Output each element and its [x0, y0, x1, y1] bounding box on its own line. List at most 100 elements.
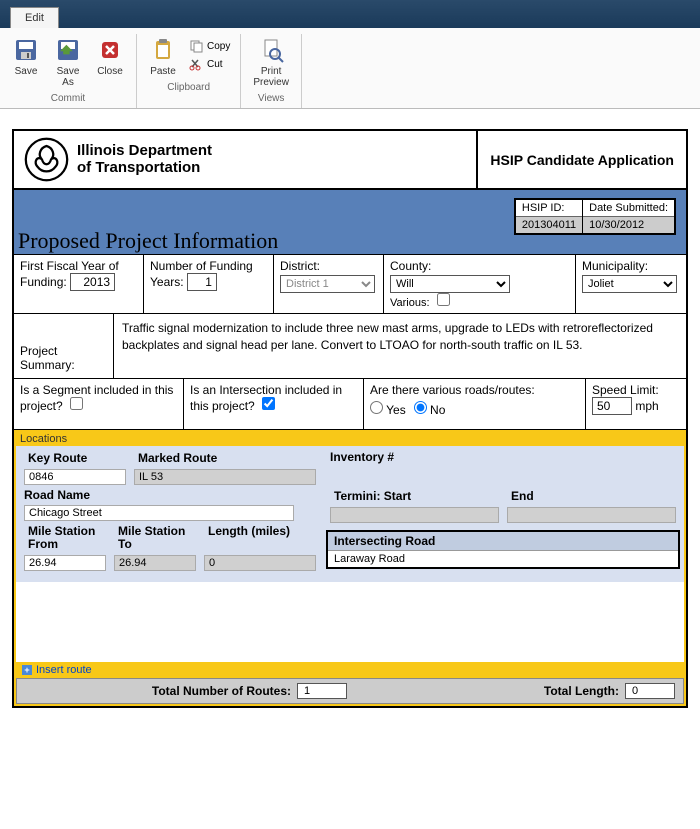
- group-label-commit: Commit: [6, 90, 130, 108]
- county-select[interactable]: Will: [390, 275, 510, 293]
- length-header: Length (miles): [204, 523, 316, 540]
- locations-section: Locations Key Route Marked Route 0846 IL…: [14, 430, 686, 706]
- print-preview-icon: [257, 36, 285, 64]
- save-label: Save: [15, 66, 38, 77]
- yes-radio[interactable]: [370, 401, 383, 414]
- hsip-info-box: HSIP ID: 201304011 Date Submitted: 10/30…: [514, 198, 676, 235]
- no-radio-label[interactable]: No: [414, 401, 446, 417]
- save-button[interactable]: Save: [6, 34, 46, 79]
- cut-icon: [189, 57, 203, 71]
- copy-button[interactable]: Copy: [185, 38, 234, 54]
- paste-icon: [149, 36, 177, 64]
- numyears-input[interactable]: [187, 273, 217, 291]
- form: Illinois Department of Transportation HS…: [12, 129, 688, 708]
- intersection-checkbox[interactable]: [262, 397, 275, 410]
- hsip-id-value: 201304011: [516, 217, 582, 233]
- segment-checkbox[interactable]: [70, 397, 83, 410]
- total-length-label: Total Length:: [353, 684, 619, 698]
- speed-input[interactable]: [592, 397, 632, 415]
- keyroute-value[interactable]: 0846: [24, 469, 126, 485]
- various-checkbox[interactable]: [437, 293, 450, 306]
- intersecting-header: Intersecting Road: [328, 532, 678, 551]
- save-as-label: Save As: [57, 66, 80, 88]
- numyears-label: Number of Funding: [150, 259, 253, 273]
- org-line1: Illinois Department: [77, 143, 212, 160]
- termini-end-value: [507, 507, 676, 523]
- plus-icon: +: [22, 665, 32, 675]
- segment-label: Is a Segment included in this project?: [20, 383, 173, 413]
- municipality-select[interactable]: Joliet: [582, 275, 677, 293]
- county-label: County:: [390, 259, 569, 273]
- termini-start-value: [330, 507, 499, 523]
- termini-end-header: End: [507, 487, 676, 505]
- save-icon: [12, 36, 40, 64]
- logo-cell: Illinois Department of Transportation: [14, 131, 478, 188]
- tab-edit[interactable]: Edit: [10, 7, 59, 28]
- ribbon-group-clipboard: Paste Copy Cut Clipboard: [137, 34, 241, 108]
- fy-label: First Fiscal Year of: [20, 259, 119, 273]
- msto-value: 26.94: [114, 555, 196, 571]
- inventory-header: Inventory #: [326, 448, 680, 466]
- locations-whitespace: [16, 582, 684, 662]
- no-radio[interactable]: [414, 401, 427, 414]
- section-title: Proposed Project Information: [18, 228, 278, 254]
- municipality-label: Municipality:: [582, 259, 680, 273]
- save-as-icon: [54, 36, 82, 64]
- markedroute-value: IL 53: [134, 469, 316, 485]
- locations-title: Locations: [16, 432, 684, 446]
- copy-icon: [189, 39, 203, 53]
- roadname-value[interactable]: Chicago Street: [24, 505, 294, 521]
- cut-button[interactable]: Cut: [185, 56, 234, 72]
- termini-start-header: Termini: Start: [330, 487, 499, 505]
- total-routes-value: [297, 683, 347, 699]
- ribbon-group-views: Print Preview Views: [241, 34, 302, 108]
- date-submitted-value: 10/30/2012: [583, 217, 674, 233]
- length-value: 0: [204, 555, 316, 571]
- msto-header: Mile Station To: [114, 523, 196, 553]
- numyears-label2: Years:: [150, 275, 184, 289]
- close-label: Close: [97, 66, 123, 77]
- ribbon: Save Save As Close Commit Paste Copy: [0, 28, 700, 109]
- total-length-value: [625, 683, 675, 699]
- total-routes-label: Total Number of Routes:: [25, 684, 291, 698]
- msfrom-value[interactable]: 26.94: [24, 555, 106, 571]
- keyroute-header: Key Route: [24, 449, 126, 467]
- group-label-views: Views: [247, 90, 295, 108]
- print-preview-label: Print Preview: [253, 66, 289, 88]
- insert-route-label: Insert route: [36, 664, 92, 676]
- group-label-clipboard: Clipboard: [143, 79, 234, 97]
- print-preview-button[interactable]: Print Preview: [247, 34, 295, 90]
- close-button[interactable]: Close: [90, 34, 130, 79]
- section-band: HSIP ID: 201304011 Date Submitted: 10/30…: [14, 190, 686, 255]
- titlebar: Edit: [0, 0, 700, 28]
- various-roads-label: Are there various roads/routes:: [370, 383, 535, 397]
- cut-label: Cut: [207, 59, 223, 70]
- roadname-header: Road Name: [20, 486, 320, 504]
- fy-label2: Funding:: [20, 275, 67, 289]
- paste-label: Paste: [150, 66, 176, 77]
- close-icon: [96, 36, 124, 64]
- speed-label: Speed Limit:: [592, 383, 659, 397]
- district-select[interactable]: District 1: [280, 275, 375, 293]
- intersecting-box: Intersecting Road Laraway Road: [326, 530, 680, 569]
- intersecting-value[interactable]: Laraway Road: [328, 551, 678, 567]
- district-label: District:: [280, 259, 377, 273]
- idot-logo-icon: [24, 137, 69, 182]
- msfrom-header: Mile Station From: [24, 523, 106, 553]
- yes-radio-label[interactable]: Yes: [370, 401, 406, 417]
- summary-label: Project Summary:: [14, 314, 114, 378]
- app-title: HSIP Candidate Application: [478, 131, 686, 188]
- various-label: Various:: [390, 297, 430, 309]
- fy-input[interactable]: [70, 273, 115, 291]
- summary-text: Traffic signal modernization to include …: [114, 314, 686, 378]
- paste-button[interactable]: Paste: [143, 34, 183, 79]
- hsip-id-label: HSIP ID:: [516, 200, 582, 217]
- date-submitted-label: Date Submitted:: [583, 200, 674, 217]
- mph-label: mph: [635, 399, 658, 413]
- org-line2: of Transportation: [77, 160, 212, 177]
- ribbon-group-commit: Save Save As Close Commit: [0, 34, 137, 108]
- save-as-button[interactable]: Save As: [48, 34, 88, 90]
- markedroute-header: Marked Route: [134, 449, 316, 467]
- copy-label: Copy: [207, 41, 230, 52]
- insert-route-link[interactable]: + Insert route: [16, 662, 684, 678]
